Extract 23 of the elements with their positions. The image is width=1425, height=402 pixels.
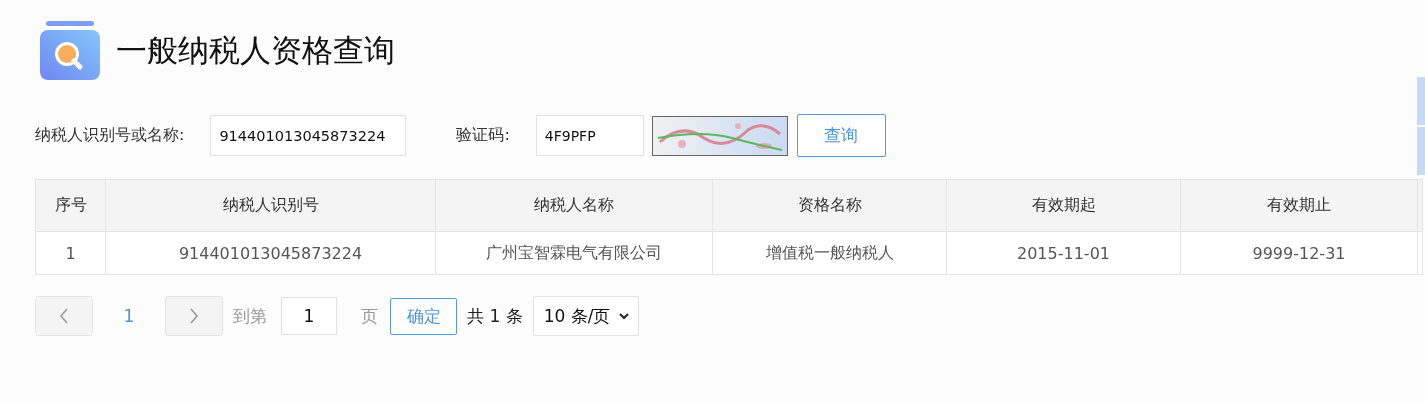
page-size-value: 10 条/页: [543, 304, 611, 328]
column-header: 有效期止: [1180, 179, 1418, 232]
column-header: 纳税人名称: [435, 179, 713, 232]
table-cell: 增值税一般纳税人: [712, 231, 947, 275]
page-input[interactable]: 1: [281, 297, 337, 335]
total-count: 共 1 条: [467, 304, 523, 328]
column-header: 序号: [35, 179, 106, 232]
page-title: 一般纳税人资格查询: [116, 31, 395, 70]
table-cell: 9999-12-31: [1180, 231, 1418, 275]
input-field[interactable]: 914401013045873224: [210, 115, 407, 156]
table-cell: 914401013045873224: [105, 231, 436, 275]
page-unit-label: 页: [361, 304, 378, 328]
table-cell: 2015-11-01: [946, 231, 1181, 275]
page-size-select[interactable]: 10 条/页: [532, 296, 640, 336]
column-header: 纳税人识别号: [105, 179, 436, 232]
table-cell: 广州宝智霖电气有限公司: [435, 231, 713, 275]
input-field[interactable]: 4F9PFP: [535, 115, 644, 156]
table-cell: 1: [35, 231, 106, 275]
goto-label: 到第: [233, 304, 267, 328]
field-label: 验证码:: [456, 125, 510, 146]
field-label: 纳税人识别号或名称:: [35, 125, 185, 146]
column-header: 有效期起: [946, 179, 1181, 232]
column-header: 资格名称: [712, 179, 947, 232]
